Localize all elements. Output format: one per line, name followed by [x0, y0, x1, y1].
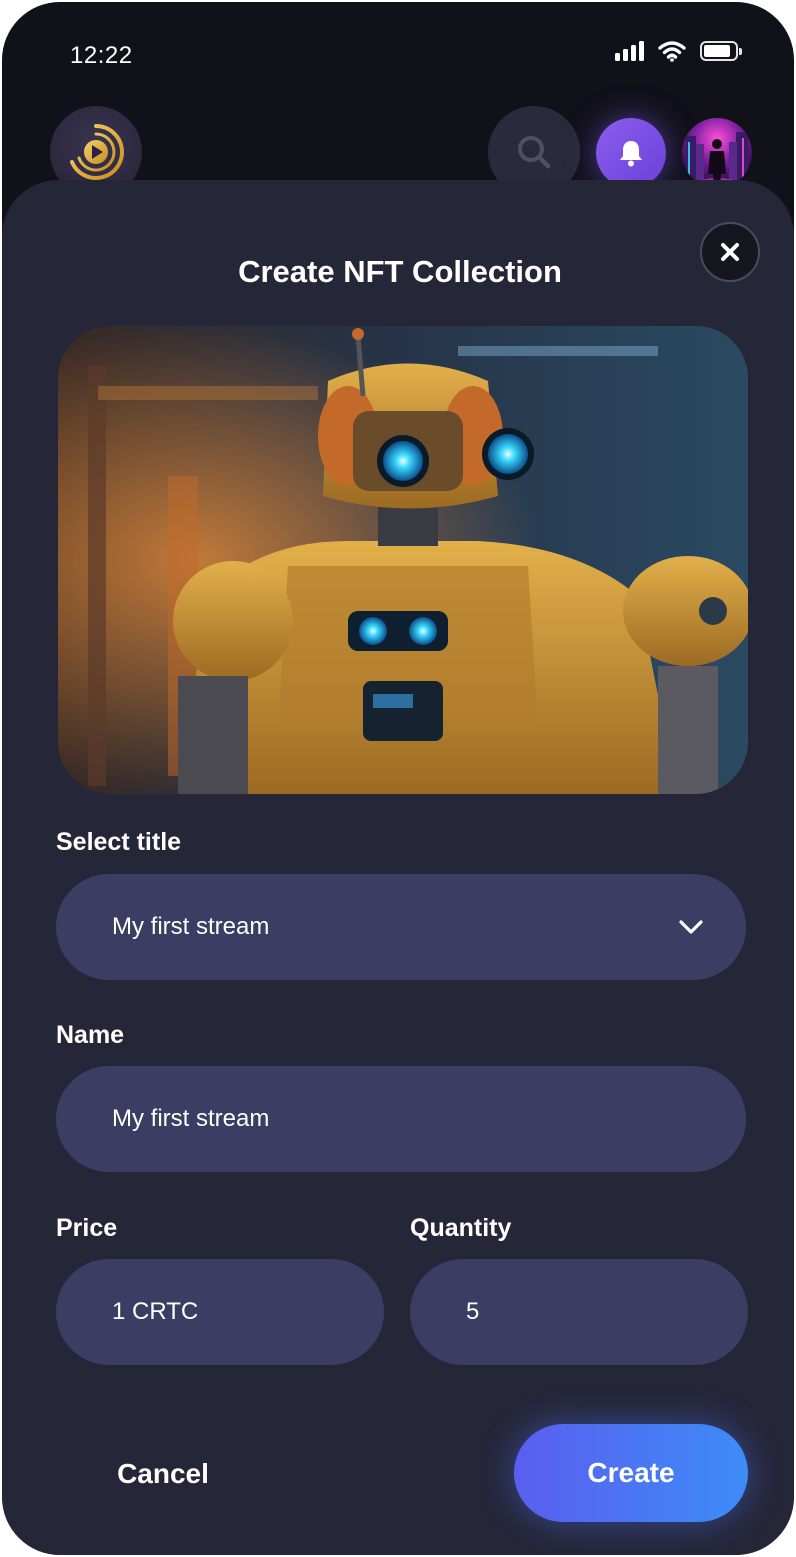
phone-screen: 12:22 Create NFT Collection Select title… [2, 2, 794, 1555]
price-input[interactable]: 1 CRTC [56, 1259, 384, 1365]
modal-title: Create NFT Collection [238, 254, 562, 289]
search-icon [518, 136, 551, 169]
nft-preview-image[interactable] [58, 326, 748, 794]
notifications-button[interactable] [596, 118, 666, 188]
name-label: Name [56, 1021, 125, 1049]
status-time: 12:22 [70, 42, 133, 69]
battery-icon [700, 41, 742, 61]
quantity-label: Quantity [410, 1214, 512, 1242]
name-value: My first stream [112, 1105, 270, 1132]
cancel-button[interactable]: Cancel [58, 1426, 268, 1522]
create-button[interactable]: Create [514, 1424, 748, 1522]
avatar-image [686, 132, 748, 188]
select-title-value: My first stream [112, 913, 270, 940]
price-value: 1 CRTC [112, 1298, 199, 1325]
robot-image [58, 326, 748, 794]
chevron-down-icon [679, 920, 703, 934]
price-label: Price [56, 1214, 118, 1242]
quantity-input[interactable]: 5 [410, 1259, 748, 1365]
wifi-icon [658, 41, 686, 62]
select-title-label: Select title [56, 828, 182, 856]
select-title-dropdown[interactable]: My first stream [56, 874, 746, 980]
quantity-value: 5 [466, 1298, 480, 1325]
play-logo-icon [70, 124, 124, 180]
bell-icon [620, 141, 642, 167]
avatar[interactable] [682, 118, 752, 188]
status-icons [615, 40, 742, 62]
name-input[interactable]: My first stream [56, 1066, 746, 1172]
cellular-signal-icon [615, 41, 644, 61]
